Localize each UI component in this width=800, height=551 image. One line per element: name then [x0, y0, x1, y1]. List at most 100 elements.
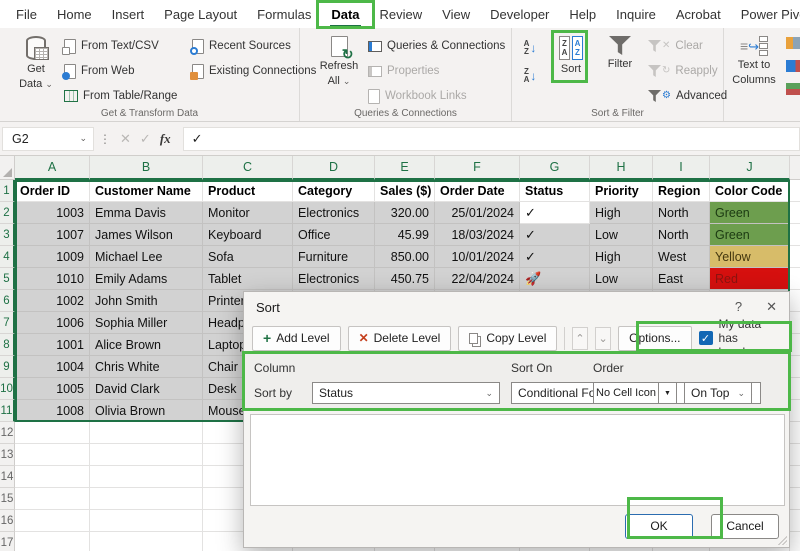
row-header-12[interactable]: 12 [0, 422, 15, 444]
tab-file[interactable]: File [6, 1, 47, 28]
tab-view[interactable]: View [432, 1, 480, 28]
cell-partial-5[interactable] [790, 268, 800, 290]
cell-C2[interactable]: Monitor [203, 202, 293, 224]
cell-B1[interactable]: Customer Name [90, 180, 203, 202]
cell-A1[interactable]: Order ID [15, 180, 90, 202]
tab-inquire[interactable]: Inquire [606, 1, 666, 28]
row-header-11[interactable]: 11 [0, 400, 15, 422]
cell-H2[interactable]: High [590, 202, 653, 224]
cell-B16[interactable] [90, 510, 203, 532]
tab-help[interactable]: Help [559, 1, 606, 28]
row-header-5[interactable]: 5 [0, 268, 15, 290]
cell-A17[interactable] [15, 532, 90, 551]
sort-button[interactable]: Sort [555, 36, 587, 75]
cell-E4[interactable]: 850.00 [375, 246, 435, 268]
cell-D3[interactable]: Office [293, 224, 375, 246]
cell-D1[interactable]: Category [293, 180, 375, 202]
cell-A8[interactable]: 1001 [15, 334, 90, 356]
sort-ascending-button[interactable]: ↓ [515, 36, 545, 60]
column-header-I[interactable]: I [653, 156, 710, 180]
tab-developer[interactable]: Developer [480, 1, 559, 28]
tab-review[interactable]: Review [370, 1, 433, 28]
cell-A13[interactable] [15, 444, 90, 466]
cell-G3[interactable]: ✓ [520, 224, 590, 246]
move-down-button[interactable]: ⌄ [595, 327, 611, 350]
data-validation-icon[interactable] [786, 83, 800, 95]
cell-partial-15[interactable] [790, 488, 800, 510]
cell-B10[interactable]: David Clark [90, 378, 203, 400]
cell-B7[interactable]: Sophia Miller [90, 312, 203, 334]
cell-I3[interactable]: North [653, 224, 710, 246]
row-header-10[interactable]: 10 [0, 378, 15, 400]
row-header-6[interactable]: 6 [0, 290, 15, 312]
cell-A7[interactable]: 1006 [15, 312, 90, 334]
cell-partial-1[interactable] [790, 180, 800, 202]
cell-D4[interactable]: Furniture [293, 246, 375, 268]
cell-B8[interactable]: Alice Brown [90, 334, 203, 356]
order-icon-dropdown-arrow[interactable]: ▼ [659, 382, 677, 404]
cell-A15[interactable] [15, 488, 90, 510]
cell-H4[interactable]: High [590, 246, 653, 268]
cell-partial-2[interactable] [790, 202, 800, 224]
chevron-down-icon[interactable]: ⌄ [79, 133, 87, 144]
cell-B11[interactable]: Olivia Brown [90, 400, 203, 422]
tab-formulas[interactable]: Formulas [247, 1, 321, 28]
cell-A10[interactable]: 1005 [15, 378, 90, 400]
cell-J4[interactable]: Yellow [710, 246, 790, 268]
row-header-13[interactable]: 13 [0, 444, 15, 466]
cell-A11[interactable]: 1008 [15, 400, 90, 422]
row-header-17[interactable]: 17 [0, 532, 15, 551]
cell-C4[interactable]: Sofa [203, 246, 293, 268]
cell-I2[interactable]: North [653, 202, 710, 224]
cell-C5[interactable]: Tablet [203, 268, 293, 290]
cell-F3[interactable]: 18/03/2024 [435, 224, 520, 246]
cell-A9[interactable]: 1004 [15, 356, 90, 378]
cell-B3[interactable]: James Wilson [90, 224, 203, 246]
cell-A14[interactable] [15, 466, 90, 488]
cancel-button[interactable]: Cancel [711, 514, 779, 539]
move-up-button[interactable]: ⌃ [572, 327, 588, 350]
tab-home[interactable]: Home [47, 1, 102, 28]
cell-E2[interactable]: 320.00 [375, 202, 435, 224]
cell-B6[interactable]: John Smith [90, 290, 203, 312]
tab-insert[interactable]: Insert [102, 1, 155, 28]
cell-partial-14[interactable] [790, 466, 800, 488]
order-dropdown[interactable]: On Top ⌄ [684, 382, 752, 404]
cell-A16[interactable] [15, 510, 90, 532]
column-header-J[interactable]: J [710, 156, 790, 180]
cell-A3[interactable]: 1007 [15, 224, 90, 246]
column-header-H[interactable]: H [590, 156, 653, 180]
cell-J2[interactable]: Green [710, 202, 790, 224]
flash-fill-icon[interactable] [786, 37, 800, 49]
my-data-has-headers-checkbox[interactable]: ✓ My data has headers [699, 317, 781, 359]
cell-partial-17[interactable] [790, 532, 800, 551]
cell-H5[interactable]: Low [590, 268, 653, 290]
row-header-8[interactable]: 8 [0, 334, 15, 356]
confirm-entry-icon[interactable]: ✓ [140, 131, 151, 147]
existing-connections-button[interactable]: Existing Connections [192, 62, 316, 80]
refresh-all-button[interactable]: ↻ Refresh All ⌄ [314, 36, 364, 87]
cell-partial-16[interactable] [790, 510, 800, 532]
tab-acrobat[interactable]: Acrobat [666, 1, 731, 28]
cell-I4[interactable]: West [653, 246, 710, 268]
cell-J5[interactable]: Red [710, 268, 790, 290]
cell-A12[interactable] [15, 422, 90, 444]
cell-B2[interactable]: Emma Davis [90, 202, 203, 224]
row-header-9[interactable]: 9 [0, 356, 15, 378]
text-to-columns-button[interactable]: ≡↪ Text to Columns [728, 36, 780, 86]
ok-button[interactable]: OK [625, 514, 693, 539]
cell-partial-12[interactable] [790, 422, 800, 444]
cell-G5[interactable]: 🚀 [520, 268, 590, 290]
cell-F4[interactable]: 10/01/2024 [435, 246, 520, 268]
cell-D5[interactable]: Electronics [293, 268, 375, 290]
cell-partial-7[interactable] [790, 312, 800, 334]
insert-function-icon[interactable]: fx [160, 131, 171, 147]
order-icon-dropdown[interactable]: No Cell Icon [593, 382, 659, 404]
cancel-entry-icon[interactable]: ✕ [120, 131, 131, 147]
cell-J3[interactable]: Green [710, 224, 790, 246]
add-level-button[interactable]: + Add Level [252, 326, 341, 351]
select-all-corner[interactable] [0, 156, 15, 180]
row-header-15[interactable]: 15 [0, 488, 15, 510]
cell-partial-13[interactable] [790, 444, 800, 466]
cell-partial-11[interactable] [790, 400, 800, 422]
